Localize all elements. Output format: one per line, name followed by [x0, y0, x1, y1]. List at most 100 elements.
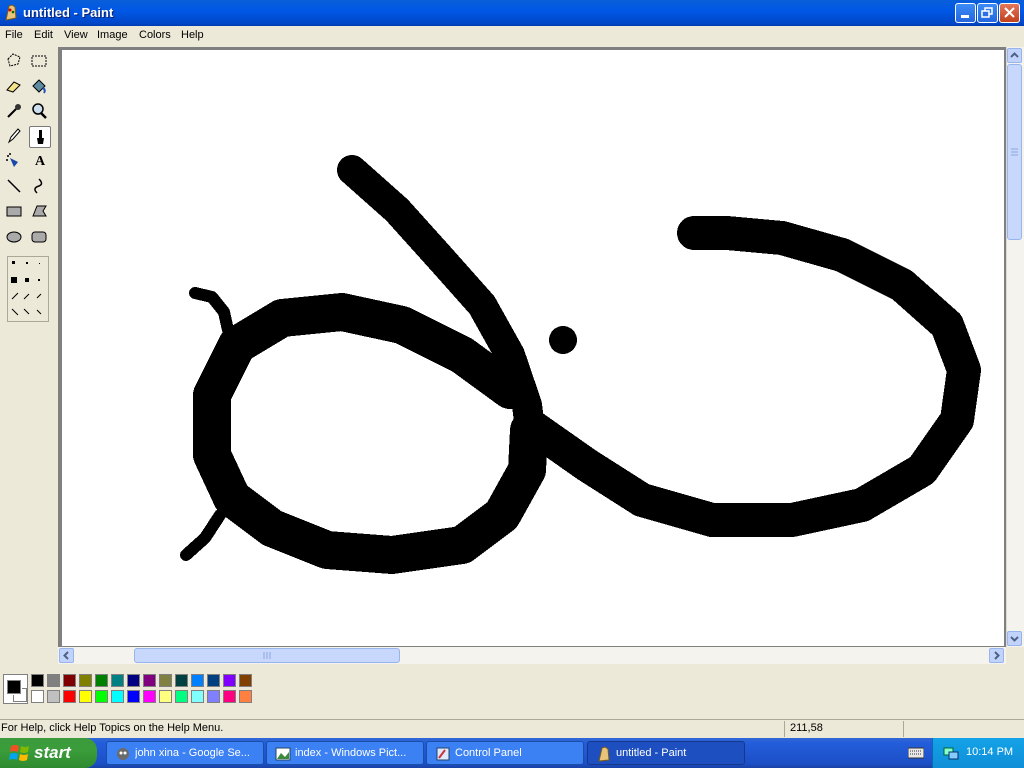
eyedropper-icon	[7, 104, 21, 118]
brush-tool[interactable]	[29, 126, 51, 148]
menu-file[interactable]: File	[5, 29, 23, 41]
color-swatch[interactable]	[207, 690, 220, 703]
toolbox: A	[0, 47, 59, 663]
taskbar-item-label: Control Panel	[455, 747, 522, 759]
color-swatch[interactable]	[223, 690, 236, 703]
color-swatch[interactable]	[143, 674, 156, 687]
status-size-cell	[903, 721, 1024, 737]
vertical-scroll-thumb[interactable]	[1007, 64, 1022, 240]
color-swatch[interactable]	[223, 674, 236, 687]
menu-image[interactable]: Image	[97, 29, 128, 41]
color-swatch[interactable]	[47, 690, 60, 703]
color-swatch[interactable]	[79, 674, 92, 687]
color-swatch[interactable]	[95, 674, 108, 687]
free-select-icon	[7, 53, 21, 67]
drawing-canvas[interactable]	[62, 50, 1004, 646]
start-button[interactable]: start	[0, 738, 97, 768]
color-swatch[interactable]	[63, 674, 76, 687]
status-coords-cell: 211,58	[784, 721, 903, 737]
color-swatch[interactable]	[79, 690, 92, 703]
close-icon	[1004, 7, 1015, 18]
color-swatch[interactable]	[31, 674, 44, 687]
color-swatch[interactable]	[175, 690, 188, 703]
window-title: untitled - Paint	[23, 5, 114, 20]
taskbar-item-browser[interactable]: john xina - Google Se...	[106, 741, 264, 765]
ellipse-icon	[6, 231, 22, 243]
color-swatch[interactable]	[127, 690, 140, 703]
menu-edit[interactable]: Edit	[34, 29, 53, 41]
color-swatch[interactable]	[111, 690, 124, 703]
minimize-button[interactable]	[955, 3, 976, 23]
ellipse-tool[interactable]	[4, 226, 26, 248]
color-swatch[interactable]	[159, 674, 172, 687]
magnifier-icon	[32, 103, 47, 119]
menu-help[interactable]: Help	[181, 29, 204, 41]
keyboard-icon[interactable]	[908, 747, 924, 759]
color-swatch[interactable]	[191, 674, 204, 687]
fill-tool[interactable]	[29, 76, 51, 98]
select-tool[interactable]	[29, 51, 51, 73]
color-swatch[interactable]	[31, 690, 44, 703]
close-button[interactable]	[999, 3, 1020, 23]
line-tool[interactable]	[4, 176, 26, 198]
maximize-button[interactable]	[977, 3, 998, 23]
magnifier-tool[interactable]	[29, 101, 51, 123]
cursor-coordinates: 211,58	[790, 722, 823, 734]
polygon-icon	[32, 205, 47, 217]
current-colors[interactable]	[3, 674, 28, 704]
color-swatch[interactable]	[207, 674, 220, 687]
curve-tool[interactable]	[29, 176, 51, 198]
text-tool[interactable]: A	[29, 151, 51, 173]
title-bar[interactable]	[0, 0, 1024, 26]
taskbar-item-paint[interactable]: untitled - Paint	[587, 741, 745, 765]
clock[interactable]: 10:14 PM	[966, 746, 1013, 758]
pick-color-tool[interactable]	[4, 101, 26, 123]
chevron-left-icon	[63, 651, 69, 660]
network-icon[interactable]	[943, 745, 959, 761]
scroll-left-button[interactable]	[59, 648, 74, 663]
horizontal-scroll-thumb[interactable]	[134, 648, 400, 663]
curve-icon	[34, 178, 43, 194]
rectangle-icon	[6, 206, 22, 217]
polygon-tool[interactable]	[29, 201, 51, 223]
taskbar-item-label: index - Windows Pict...	[295, 747, 407, 759]
color-swatch[interactable]	[239, 674, 252, 687]
chevron-up-icon	[1010, 52, 1019, 58]
rect-select-icon	[31, 55, 47, 67]
color-swatch[interactable]	[127, 674, 140, 687]
color-swatch[interactable]	[143, 690, 156, 703]
color-swatch[interactable]	[239, 690, 252, 703]
browser-icon	[117, 748, 129, 760]
color-swatch[interactable]	[47, 674, 60, 687]
start-label: start	[34, 743, 71, 762]
scroll-up-button[interactable]	[1007, 48, 1022, 63]
fill-bucket-icon	[32, 79, 46, 94]
color-swatch[interactable]	[191, 690, 204, 703]
taskbar-item-control-panel[interactable]: Control Panel	[426, 741, 584, 765]
scroll-down-button[interactable]	[1007, 631, 1022, 646]
minimize-icon	[961, 15, 969, 18]
color-swatch[interactable]	[111, 674, 124, 687]
scroll-right-button[interactable]	[989, 648, 1004, 663]
scroll-corner	[1006, 647, 1024, 664]
menu-colors[interactable]: Colors	[139, 29, 171, 41]
pencil-tool[interactable]	[4, 126, 26, 148]
color-swatch[interactable]	[159, 690, 172, 703]
color-swatch[interactable]	[63, 690, 76, 703]
status-bar: For Help, click Help Topics on the Help …	[0, 719, 1024, 738]
eraser-tool[interactable]	[4, 76, 26, 98]
menu-bar: File Edit View Image Colors Help	[0, 26, 1024, 45]
picture-viewer-icon	[275, 747, 291, 761]
color-swatch[interactable]	[175, 674, 188, 687]
free-form-select-tool[interactable]	[4, 51, 26, 73]
brush-options[interactable]	[7, 256, 49, 322]
airbrush-tool[interactable]	[4, 151, 26, 173]
eraser-icon	[6, 81, 21, 93]
rectangle-tool[interactable]	[4, 201, 26, 223]
menu-view[interactable]: View	[64, 29, 88, 41]
taskbar-item-picture-viewer[interactable]: index - Windows Pict...	[266, 741, 424, 765]
color-swatch[interactable]	[95, 690, 108, 703]
color-box	[0, 664, 1024, 712]
rounded-rectangle-tool[interactable]	[29, 226, 51, 248]
status-help-text: For Help, click Help Topics on the Help …	[1, 722, 224, 734]
